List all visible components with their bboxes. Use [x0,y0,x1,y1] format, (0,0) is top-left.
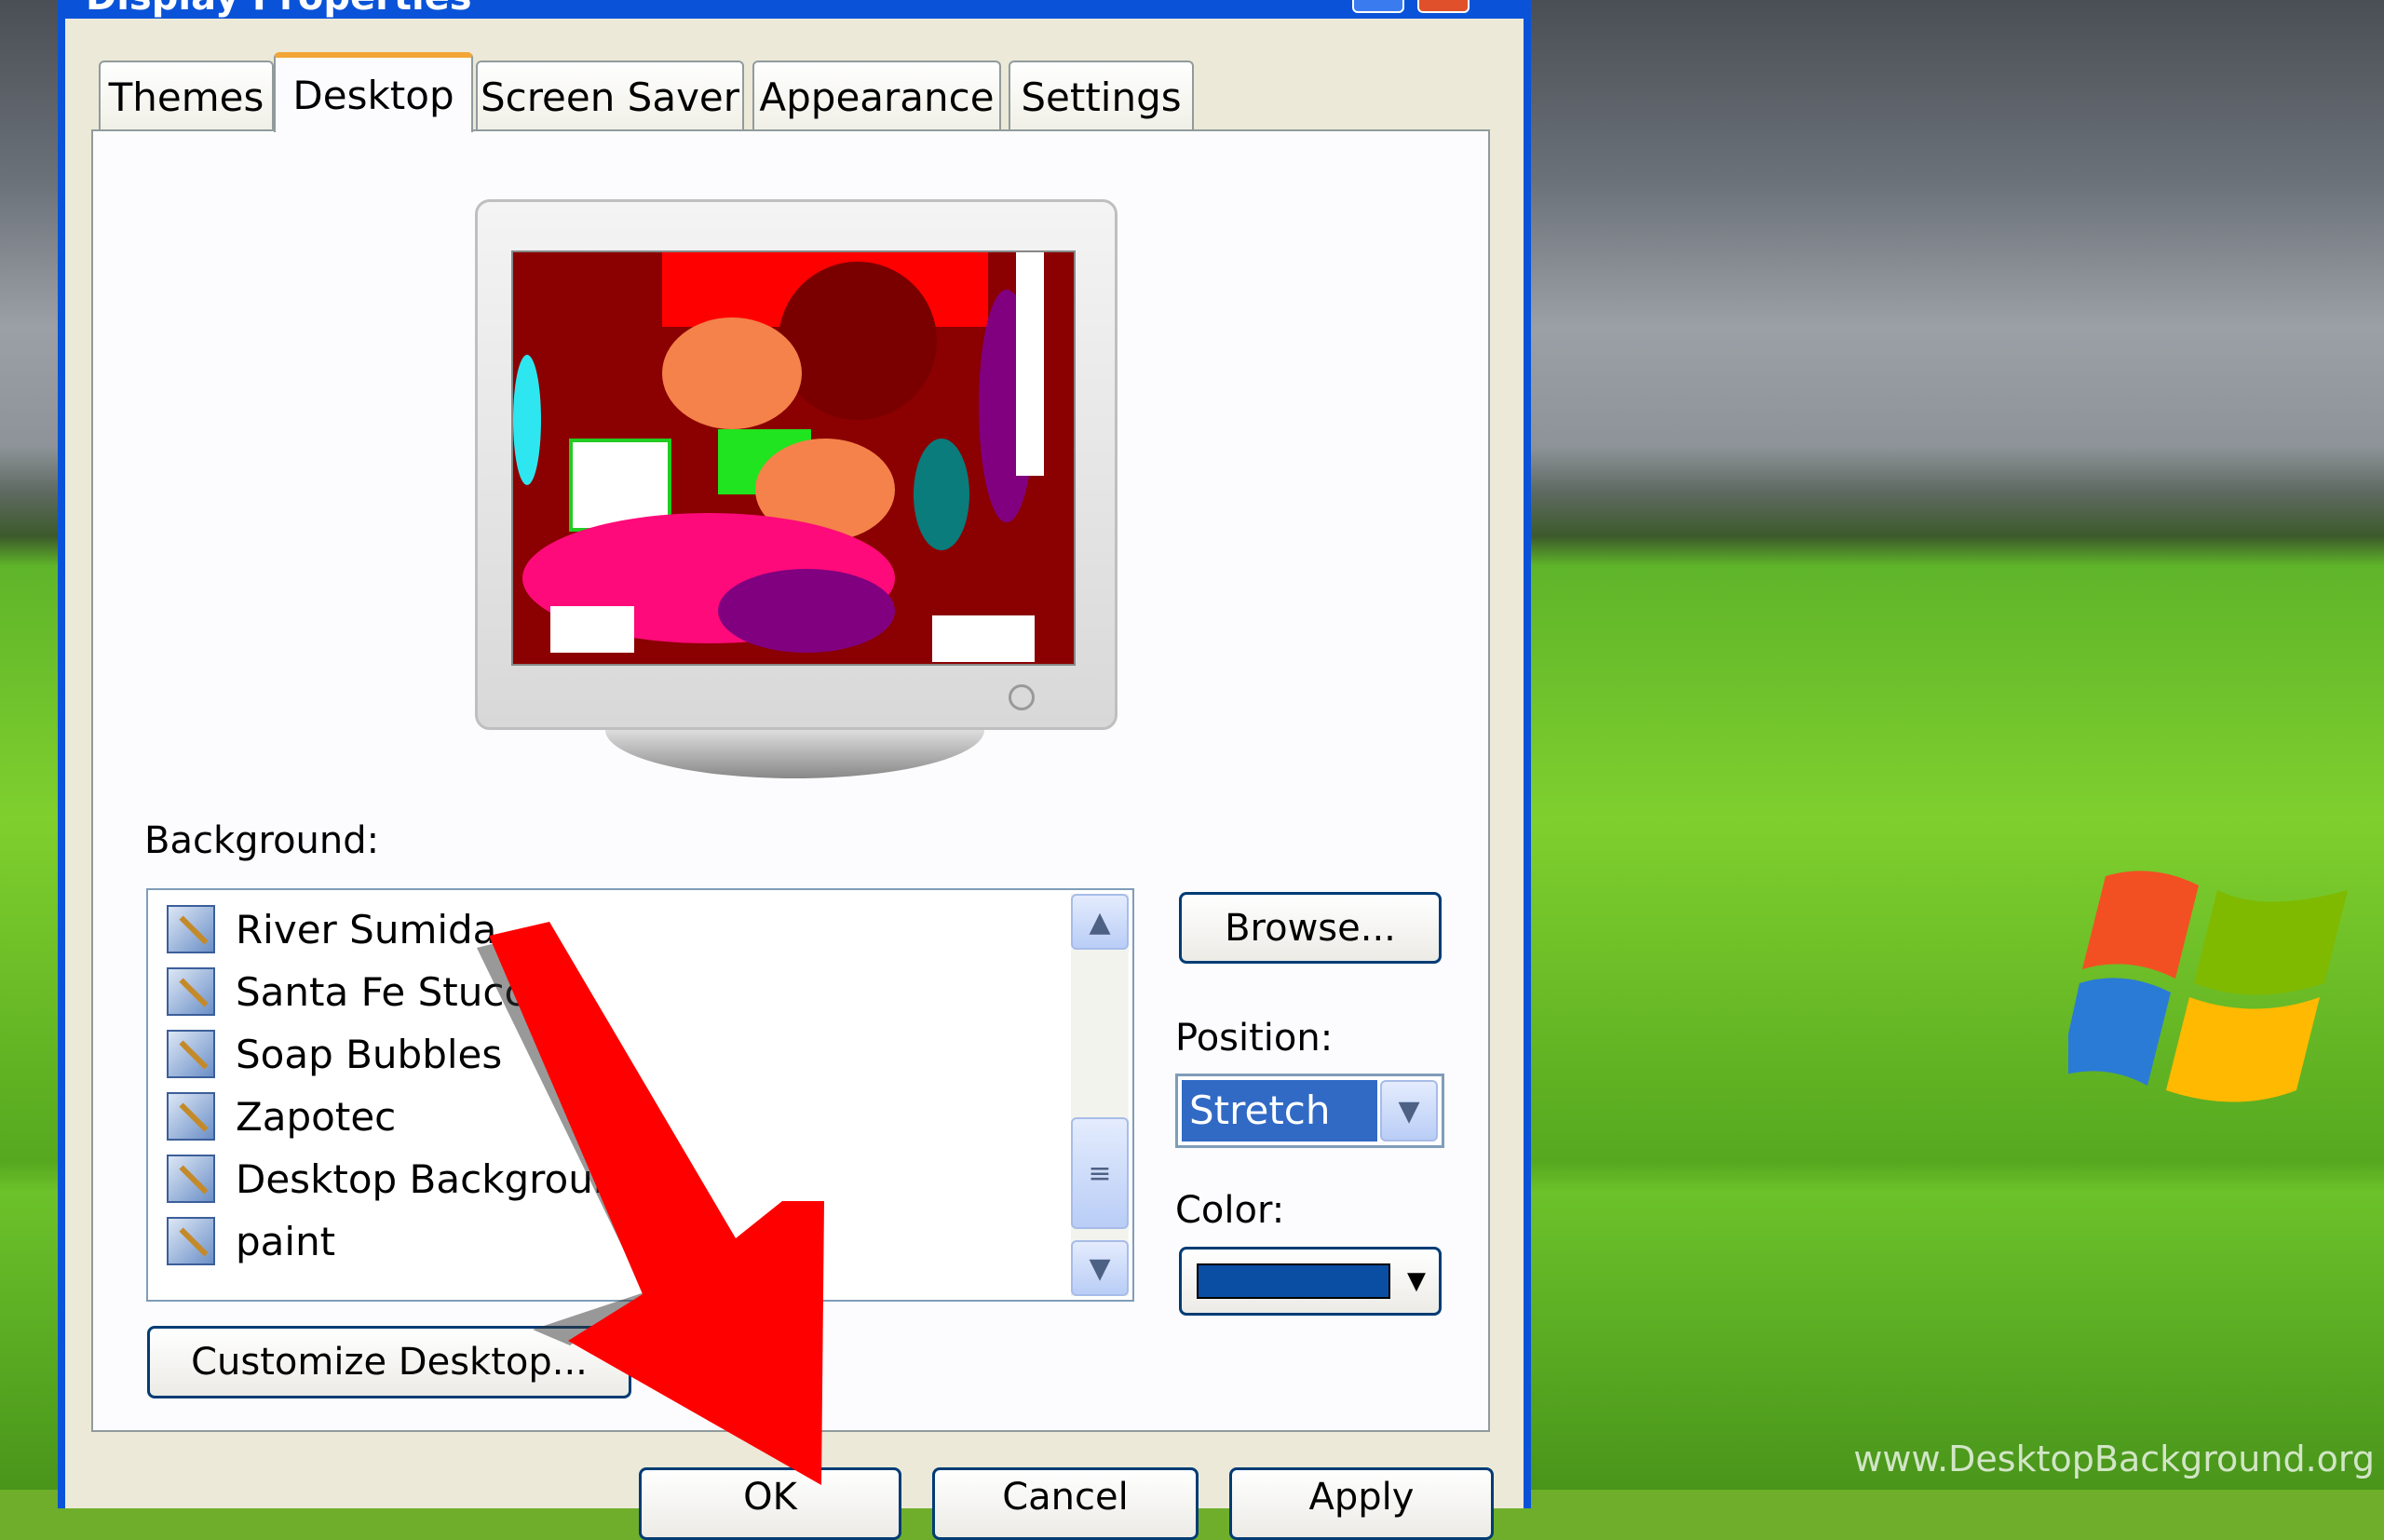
red-arrow-annotation [477,922,824,1485]
tab-desktop[interactable]: Desktop [274,52,473,132]
